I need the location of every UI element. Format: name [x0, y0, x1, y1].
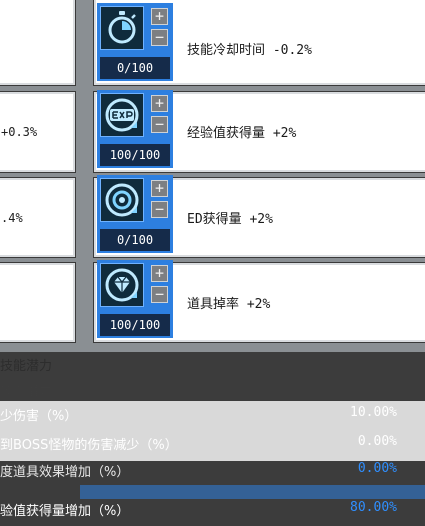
stat-value: 10.00% [350, 405, 397, 420]
skill-card-drop-rate: + − 100/100 道具掉率 +2% [93, 260, 425, 343]
skill-point-count: 0/100 [100, 57, 170, 79]
left-stat-value: +0.3% [1, 125, 38, 139]
decrease-button[interactable]: − [151, 29, 168, 46]
stat-row: 少伤害（%） 10.00% [0, 405, 425, 427]
skill-label: ED获得量 +2% [187, 212, 273, 227]
left-stat-card-3 [0, 262, 76, 343]
stat-row: 验值获得量增加（%） 80.00% [0, 500, 425, 522]
skill-icon-block: + − 100/100 [97, 90, 173, 168]
skill-point-count: 100/100 [100, 144, 170, 166]
skill-icon-block: + − 0/100 [97, 175, 173, 253]
stat-row: 技能潜力 [0, 380, 425, 400]
stat-label: 少伤害（%） [0, 409, 78, 424]
stopwatch-icon [100, 6, 144, 50]
skill-label: 技能冷却时间 -0.2% [187, 43, 312, 58]
left-stat-card-0 [0, 0, 76, 86]
stat-label: 到BOSS怪物的伤害减少（%） [0, 438, 178, 453]
increase-button[interactable]: + [151, 8, 168, 25]
background-strip [80, 485, 425, 499]
decrease-button[interactable]: − [151, 201, 168, 218]
diamond-icon [100, 263, 144, 307]
increase-button[interactable]: + [151, 180, 168, 197]
stat-value: 80.00% [350, 500, 397, 515]
stat-row: 到BOSS怪物的伤害减少（%） 0.00% [0, 434, 425, 456]
stat-label: 验值获得量增加（%） [0, 504, 130, 519]
increase-button[interactable]: + [151, 95, 168, 112]
left-stat-card-2: .4% [0, 177, 76, 258]
skill-label: 道具掉率 +2% [187, 297, 271, 312]
left-stat-card-1: +0.3% [0, 91, 76, 173]
skill-icon-block: + − 100/100 [97, 260, 173, 338]
stat-label: 技能潜力 [0, 359, 53, 374]
decrease-button[interactable]: − [151, 286, 168, 303]
skill-card-exp: + − 100/100 经验值获得量 +2% [93, 90, 425, 173]
ed-coin-icon [100, 178, 144, 222]
skill-label: 经验值获得量 +2% [187, 126, 297, 141]
skill-card-cooldown: + − 0/100 技能冷却时间 -0.2% [93, 0, 425, 86]
skill-point-count: 100/100 [100, 314, 170, 336]
skill-point-count: 0/100 [100, 229, 170, 251]
increase-button[interactable]: + [151, 265, 168, 282]
skill-icon-block: + − 0/100 [97, 3, 173, 81]
stat-label: 度道具效果增加（%） [0, 465, 130, 480]
skill-card-ed: + − 0/100 ED获得量 +2% [93, 175, 425, 258]
decrease-button[interactable]: − [151, 116, 168, 133]
stat-value: 0.00% [357, 461, 397, 476]
stat-row: 技能潜力 [0, 355, 425, 375]
stat-label: 技能潜力 [0, 384, 53, 399]
stat-value: 0.00% [357, 434, 397, 449]
stat-row: 度道具效果增加（%） 0.00% [0, 461, 425, 483]
left-stat-value: .4% [1, 210, 23, 225]
exp-icon [100, 93, 144, 137]
